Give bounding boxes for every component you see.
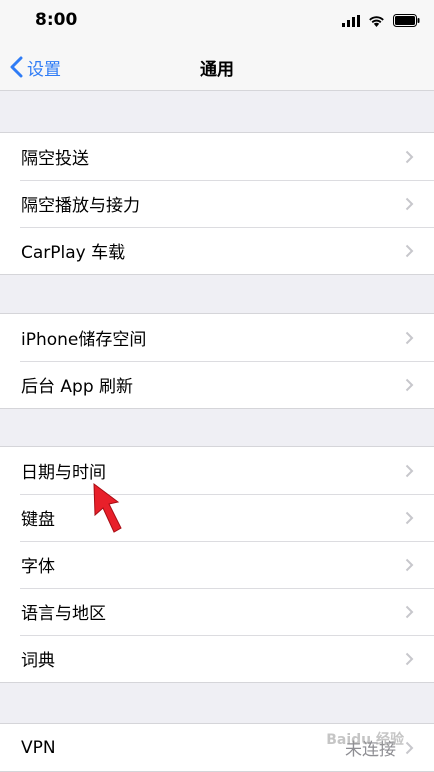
settings-row-keyboard[interactable]: 键盘 xyxy=(0,494,434,541)
row-label: CarPlay 车载 xyxy=(21,238,125,263)
row-label: 隔空播放与接力 xyxy=(21,191,140,216)
chevron-right-icon xyxy=(405,605,414,619)
page-title: 通用 xyxy=(0,55,434,80)
row-label: 隔空投送 xyxy=(21,144,89,169)
wifi-icon xyxy=(368,12,385,31)
chevron-right-icon xyxy=(405,150,414,164)
red-pointer-arrow-icon xyxy=(88,482,128,534)
row-label: 语言与地区 xyxy=(21,599,106,624)
watermark: Baidu 经验 xyxy=(326,729,404,749)
status-time: 8:00 xyxy=(35,10,77,30)
settings-row-background-app-refresh[interactable]: 后台 App 刷新 xyxy=(0,361,434,408)
settings-row-date-time[interactable]: 日期与时间 xyxy=(0,447,434,494)
chevron-right-icon xyxy=(405,331,414,345)
row-label: 键盘 xyxy=(21,505,55,530)
chevron-right-icon xyxy=(405,741,414,755)
row-label: VPN xyxy=(21,738,56,758)
settings-group-locale: 日期与时间 键盘 字体 语言与地区 词典 xyxy=(0,446,434,683)
settings-row-iphone-storage[interactable]: iPhone储存空间 xyxy=(0,314,434,361)
battery-icon xyxy=(393,12,420,31)
row-label: 字体 xyxy=(21,552,55,577)
status-bar: 8:00 xyxy=(0,0,434,44)
settings-row-language-region[interactable]: 语言与地区 xyxy=(0,588,434,635)
chevron-right-icon xyxy=(405,197,414,211)
navigation-bar: 设置 通用 xyxy=(0,44,434,91)
chevron-right-icon xyxy=(405,378,414,392)
chevron-right-icon xyxy=(405,558,414,572)
settings-group-sharing: 隔空投送 隔空播放与接力 CarPlay 车载 xyxy=(0,132,434,275)
settings-row-carplay[interactable]: CarPlay 车载 xyxy=(0,227,434,274)
chevron-right-icon xyxy=(405,464,414,478)
row-label: 后台 App 刷新 xyxy=(21,372,133,397)
settings-group-storage: iPhone储存空间 后台 App 刷新 xyxy=(0,313,434,409)
row-label: iPhone储存空间 xyxy=(21,325,146,350)
cellular-signal-icon xyxy=(342,12,360,31)
row-label: 日期与时间 xyxy=(21,458,106,483)
settings-row-fonts[interactable]: 字体 xyxy=(0,541,434,588)
status-icons xyxy=(342,12,420,31)
chevron-right-icon xyxy=(405,244,414,258)
settings-row-airdrop[interactable]: 隔空投送 xyxy=(0,133,434,180)
chevron-right-icon xyxy=(405,511,414,525)
row-label: 词典 xyxy=(21,646,55,671)
settings-row-airplay-handoff[interactable]: 隔空播放与接力 xyxy=(0,180,434,227)
chevron-right-icon xyxy=(405,652,414,666)
settings-row-dictionary[interactable]: 词典 xyxy=(0,635,434,682)
